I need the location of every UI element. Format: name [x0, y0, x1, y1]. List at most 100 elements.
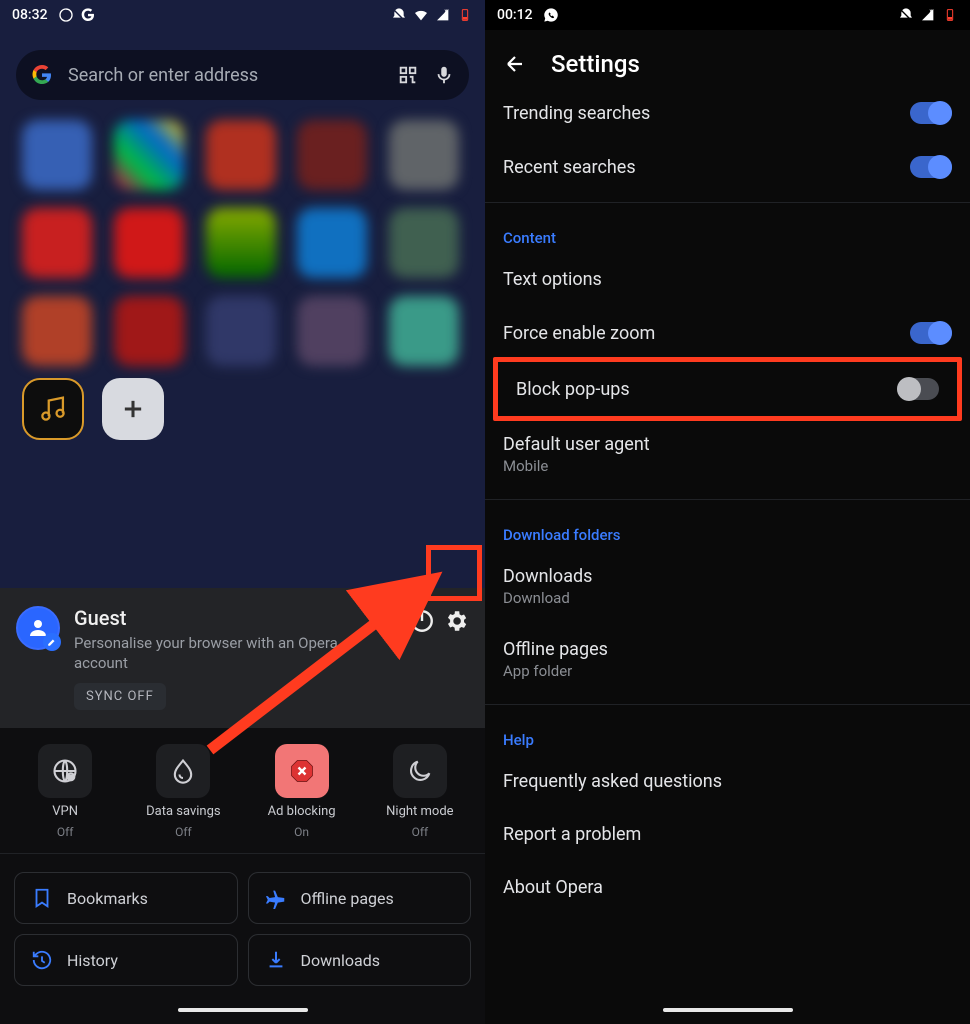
- setting-recent-searches[interactable]: Recent searches: [485, 140, 970, 194]
- speed-dial-tile[interactable]: [297, 208, 367, 278]
- google-logo-icon: [30, 63, 54, 87]
- bookmarks-button[interactable]: Bookmarks: [14, 872, 238, 924]
- search-placeholder: Search or enter address: [68, 65, 383, 86]
- setting-faq[interactable]: Frequently asked questions: [485, 755, 970, 808]
- setting-force-zoom[interactable]: Force enable zoom: [485, 306, 970, 360]
- account-subtitle: Personalise your browser with an Opera a…: [74, 634, 395, 673]
- quick-label: Data savings: [146, 804, 220, 819]
- offline-label: Offline pages: [301, 889, 394, 908]
- setting-trending-searches[interactable]: Trending searches: [485, 102, 970, 140]
- status-bar: 08:32 x: [0, 0, 485, 30]
- downloads-label: Downloads: [301, 951, 380, 970]
- speed-dial-grid: [0, 208, 485, 278]
- sync-status-badge[interactable]: SYNC OFF: [74, 683, 166, 710]
- nav-pill[interactable]: [178, 1008, 308, 1012]
- speed-dial-tile[interactable]: [206, 296, 276, 366]
- bottom-sheet: Guest Personalise your browser with an O…: [0, 588, 485, 1024]
- whatsapp-icon: [543, 7, 559, 23]
- search-bar[interactable]: Search or enter address: [16, 50, 469, 100]
- mic-icon[interactable]: [433, 64, 455, 86]
- avatar[interactable]: [16, 606, 60, 650]
- quick-ad-blocking[interactable]: Ad blocking On: [243, 744, 361, 839]
- settings-gear-icon[interactable]: [443, 608, 469, 634]
- quick-data-savings[interactable]: Data savings Off: [124, 744, 242, 839]
- music-tile[interactable]: [22, 378, 84, 440]
- status-bar: 00:12 x: [485, 0, 970, 30]
- setting-block-popups[interactable]: Block pop-ups: [498, 362, 957, 416]
- signal-icon: x: [920, 7, 936, 23]
- dnd-icon: [898, 7, 914, 23]
- account-card: Guest Personalise your browser with an O…: [0, 588, 485, 728]
- back-icon[interactable]: [503, 52, 527, 76]
- nav-pill[interactable]: [663, 1008, 793, 1012]
- firefox-icon: [58, 7, 74, 23]
- section-header-help: Help: [485, 713, 970, 755]
- download-icon: [265, 949, 287, 971]
- speed-dial-tile[interactable]: [22, 208, 92, 278]
- offline-pages-button[interactable]: Offline pages: [248, 872, 472, 924]
- status-time: 08:32: [12, 7, 48, 23]
- toggle-switch[interactable]: [910, 322, 952, 344]
- page-title: Settings: [551, 50, 640, 78]
- battery-low-icon: [942, 7, 958, 23]
- opera-home-screen: 08:32 x Search or enter address: [0, 0, 485, 1024]
- quick-sub: Off: [412, 825, 429, 839]
- add-speed-dial-button[interactable]: [102, 378, 164, 440]
- nav-bar: [0, 996, 485, 1024]
- speed-dial-tile[interactable]: [389, 296, 459, 366]
- quick-toggles-row: VPN Off Data savings Off Ad blocking On …: [0, 728, 485, 845]
- bookmark-icon: [31, 887, 53, 909]
- quick-night-mode[interactable]: Night mode Off: [361, 744, 479, 839]
- power-icon[interactable]: [409, 608, 435, 634]
- dnd-icon: [391, 7, 407, 23]
- quick-sub: Off: [57, 825, 74, 839]
- annotation-highlight-block-popups: Block pop-ups: [493, 357, 962, 421]
- quick-vpn[interactable]: VPN Off: [6, 744, 124, 839]
- speed-dial-grid: [0, 296, 485, 366]
- setting-default-user-agent[interactable]: Default user agent Mobile: [485, 418, 970, 491]
- setting-offline-pages-folder[interactable]: Offline pages App folder: [485, 623, 970, 696]
- setting-about-opera[interactable]: About Opera: [485, 861, 970, 914]
- quick-label: VPN: [52, 804, 78, 819]
- toggle-switch[interactable]: [910, 156, 952, 178]
- speed-dial-tile[interactable]: [114, 296, 184, 366]
- status-time: 00:12: [497, 7, 533, 23]
- setting-report-problem[interactable]: Report a problem: [485, 808, 970, 861]
- history-button[interactable]: History: [14, 934, 238, 986]
- speed-dial-tile[interactable]: [389, 120, 459, 190]
- quick-label: Night mode: [386, 804, 453, 819]
- nav-bar: [485, 996, 970, 1024]
- speed-dial-tile[interactable]: [389, 208, 459, 278]
- setting-downloads-folder[interactable]: Downloads Download: [485, 550, 970, 623]
- svg-text:x: x: [929, 8, 932, 15]
- speed-dial-grid: [0, 120, 485, 190]
- settings-header: Settings: [485, 30, 970, 102]
- speed-dial-tile[interactable]: [297, 120, 367, 190]
- section-header-download: Download folders: [485, 508, 970, 550]
- account-title: Guest: [74, 606, 395, 630]
- quick-sub: On: [294, 825, 309, 839]
- speed-dial-tile[interactable]: [114, 120, 184, 190]
- opera-settings-screen: 00:12 x Settings Trending searches Recen…: [485, 0, 970, 1024]
- toggle-switch[interactable]: [897, 378, 939, 400]
- speed-dial-tile[interactable]: [206, 120, 276, 190]
- speed-dial-tile[interactable]: [297, 296, 367, 366]
- edit-avatar-icon[interactable]: [43, 633, 61, 651]
- speed-dial-tile[interactable]: [22, 120, 92, 190]
- toggle-switch[interactable]: [910, 102, 952, 124]
- section-header-content: Content: [485, 211, 970, 253]
- wifi-icon: [413, 7, 429, 23]
- svg-text:x: x: [444, 8, 447, 15]
- plane-icon: [265, 887, 287, 909]
- qr-scan-icon[interactable]: [397, 64, 419, 86]
- setting-text-options[interactable]: Text options: [485, 253, 970, 306]
- battery-low-icon: [457, 7, 473, 23]
- google-g-icon: [80, 7, 96, 23]
- speed-dial-tile[interactable]: [206, 208, 276, 278]
- downloads-button[interactable]: Downloads: [248, 934, 472, 986]
- history-icon: [31, 949, 53, 971]
- speed-dial-tile[interactable]: [22, 296, 92, 366]
- quick-sub: Off: [175, 825, 192, 839]
- speed-dial-tile[interactable]: [114, 208, 184, 278]
- bookmarks-label: Bookmarks: [67, 889, 148, 908]
